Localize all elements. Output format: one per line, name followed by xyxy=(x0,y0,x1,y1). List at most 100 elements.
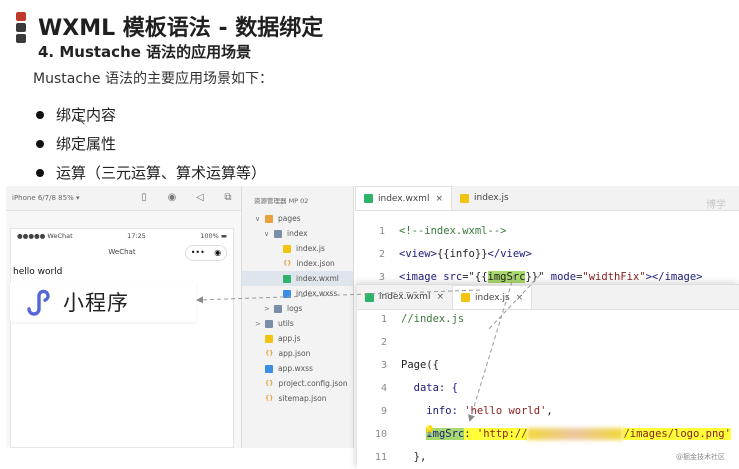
close-icon[interactable]: × xyxy=(436,292,444,302)
code-line[interactable]: 10 imgSrc: 'http:///images/logo.png' xyxy=(357,422,731,446)
tab-index-wxml[interactable]: index.wxml × xyxy=(355,186,452,210)
code-token: imgSrc xyxy=(487,271,526,283)
file-tree-label: index.wxss xyxy=(296,289,338,298)
code-token: ="{{ xyxy=(462,271,488,283)
editor-js: index.wxml × index.js × 1 //index.js 2 3 Pag… xyxy=(357,284,739,469)
file-tree-item[interactable]: {} app.json xyxy=(242,346,353,361)
file-tree-item[interactable]: index.wxml xyxy=(242,271,353,286)
phone-screen: ●●●●● WeChat 17:25 100% ▬ WeChat ••• ◉ h… xyxy=(10,228,234,448)
bullet-item: 绑定内容 xyxy=(36,100,266,129)
file-tree-item[interactable]: {} sitemap.json xyxy=(242,391,353,406)
page-text: hello world xyxy=(13,267,63,277)
code-token: }} xyxy=(474,248,488,260)
json-file-icon: {} xyxy=(265,394,274,402)
file-tree-item[interactable]: index.js xyxy=(242,241,353,256)
file-tree-item[interactable]: ∨ pages xyxy=(242,211,353,226)
code-token: src xyxy=(443,271,463,283)
file-tree-item[interactable]: index.wxss xyxy=(242,286,353,301)
code-token: {{ xyxy=(436,248,450,260)
file-tree-item[interactable]: > utils xyxy=(242,316,353,331)
code-line[interactable]: 9 info: 'hello world', xyxy=(357,399,553,423)
file-tree-item[interactable]: {} index.json xyxy=(242,256,353,271)
phone-nav-bar: WeChat ••• ◉ xyxy=(11,243,233,265)
code-token: }, xyxy=(401,451,427,463)
tab-index-js[interactable]: index.js xyxy=(452,186,517,210)
chevron-icon[interactable]: > xyxy=(255,320,265,328)
folder-file-icon xyxy=(265,214,273,223)
accent-square-red xyxy=(16,12,26,21)
code-token: info: xyxy=(401,405,465,417)
js-file-icon xyxy=(283,244,291,253)
close-icon[interactable]: × xyxy=(435,194,443,204)
line-number: 11 xyxy=(374,451,387,463)
tab-index-js[interactable]: index.js × xyxy=(452,285,533,309)
code-line[interactable]: 3 Page({ xyxy=(357,353,439,377)
chevron-icon[interactable]: ∨ xyxy=(264,230,274,238)
line-number: 1 xyxy=(380,313,387,325)
mini-program-logo: 小程序 xyxy=(10,282,196,322)
capsule-menu[interactable]: ••• ◉ xyxy=(185,245,227,261)
simulator-toolbar: iPhone 6/7/8 85% ▾ ▯ ◉ ◁ ⧉ xyxy=(6,186,241,211)
close-icon[interactable]: × xyxy=(516,293,524,303)
code-token: ></image> xyxy=(645,271,703,283)
redacted-url-segment xyxy=(527,428,624,440)
slide-title: WXML 模板语法 - 数据绑定 xyxy=(38,16,324,41)
tab-label: index.js xyxy=(474,193,509,203)
code-token: 'http:// xyxy=(476,428,528,440)
window-icon[interactable]: ⧉ xyxy=(221,191,235,205)
device-select[interactable]: iPhone 6/7/8 85% ▾ xyxy=(12,194,123,202)
code-token: data: { xyxy=(401,382,458,394)
file-tree-list: ∨ pages ∨ index index.js {} index.json index.wx… xyxy=(242,211,353,406)
file-tree-item[interactable]: app.wxss xyxy=(242,361,353,376)
chevron-icon[interactable]: ∨ xyxy=(255,215,265,223)
json-file-icon: {} xyxy=(265,379,274,387)
status-battery: 100% ▬ xyxy=(200,232,227,240)
wxss-file-icon xyxy=(265,364,273,373)
code-token: mode xyxy=(550,271,577,283)
code-line[interactable]: 2 xyxy=(357,330,401,354)
close-circle-icon[interactable]: ◉ xyxy=(214,244,221,262)
bullet-text: 绑定属性 xyxy=(56,135,117,153)
code-line[interactable]: 4 data: { xyxy=(357,376,458,400)
code-token: //index.js xyxy=(401,313,465,325)
bullet-text: 运算（三元运算、算术运算等） xyxy=(56,164,267,182)
code-line[interactable]: 2 <view>{{info}} </view> xyxy=(355,242,532,266)
js-file-icon xyxy=(461,293,470,302)
code-token: : xyxy=(464,428,477,440)
lightbulb-icon[interactable]: 💡 xyxy=(423,426,435,437)
bullet-list: 绑定内容 绑定属性 运算（三元运算、算术运算等） xyxy=(36,100,266,187)
file-tree-item[interactable]: app.js xyxy=(242,331,353,346)
tab-index-wxml[interactable]: index.wxml × xyxy=(357,285,452,309)
wxml-file-icon xyxy=(364,194,373,203)
file-explorer: 资源管理器 MP 02 ∨ pages ∨ index index.js {} index.… xyxy=(242,186,354,448)
json-file-icon: {} xyxy=(265,349,274,357)
chevron-icon[interactable]: > xyxy=(264,305,274,313)
record-icon[interactable]: ◉ xyxy=(165,191,179,205)
code-token: <image xyxy=(399,271,444,283)
line-number: 1 xyxy=(378,225,385,237)
mini-program-logo-icon xyxy=(27,289,50,316)
line-number: 3 xyxy=(380,359,387,371)
code-token: Page({ xyxy=(401,359,439,371)
file-tree-label: index.json xyxy=(296,259,335,268)
code-token: , xyxy=(546,405,553,417)
mouse-cursor-icon: ↖ xyxy=(77,115,87,128)
code-line[interactable]: 1 <!--index.wxml--> xyxy=(355,219,507,243)
folder2-file-icon xyxy=(265,319,273,328)
more-icon[interactable]: ••• xyxy=(191,244,205,262)
code-token: <!--index.wxml--> xyxy=(399,225,507,237)
code-token: <view> xyxy=(399,248,437,260)
phone-icon[interactable]: ▯ xyxy=(137,191,151,205)
volume-icon[interactable]: ◁ xyxy=(193,191,207,205)
editor-tabs: index.wxml × index.js xyxy=(355,186,739,211)
code-line[interactable]: 11 }, xyxy=(357,445,426,469)
tab-label: index.js xyxy=(475,292,510,303)
code-token: </view> xyxy=(487,248,532,260)
file-tree-item[interactable]: > logs xyxy=(242,301,353,316)
file-tree-item[interactable]: ∨ index xyxy=(242,226,353,241)
file-tree-label: app.wxss xyxy=(278,364,313,373)
slide-intro: Mustache 语法的主要应用场景如下： xyxy=(33,71,273,87)
file-tree-item[interactable]: {} project.config.json xyxy=(242,376,353,391)
code-line[interactable]: 1 //index.js xyxy=(357,307,464,331)
code-token: info xyxy=(449,248,475,260)
